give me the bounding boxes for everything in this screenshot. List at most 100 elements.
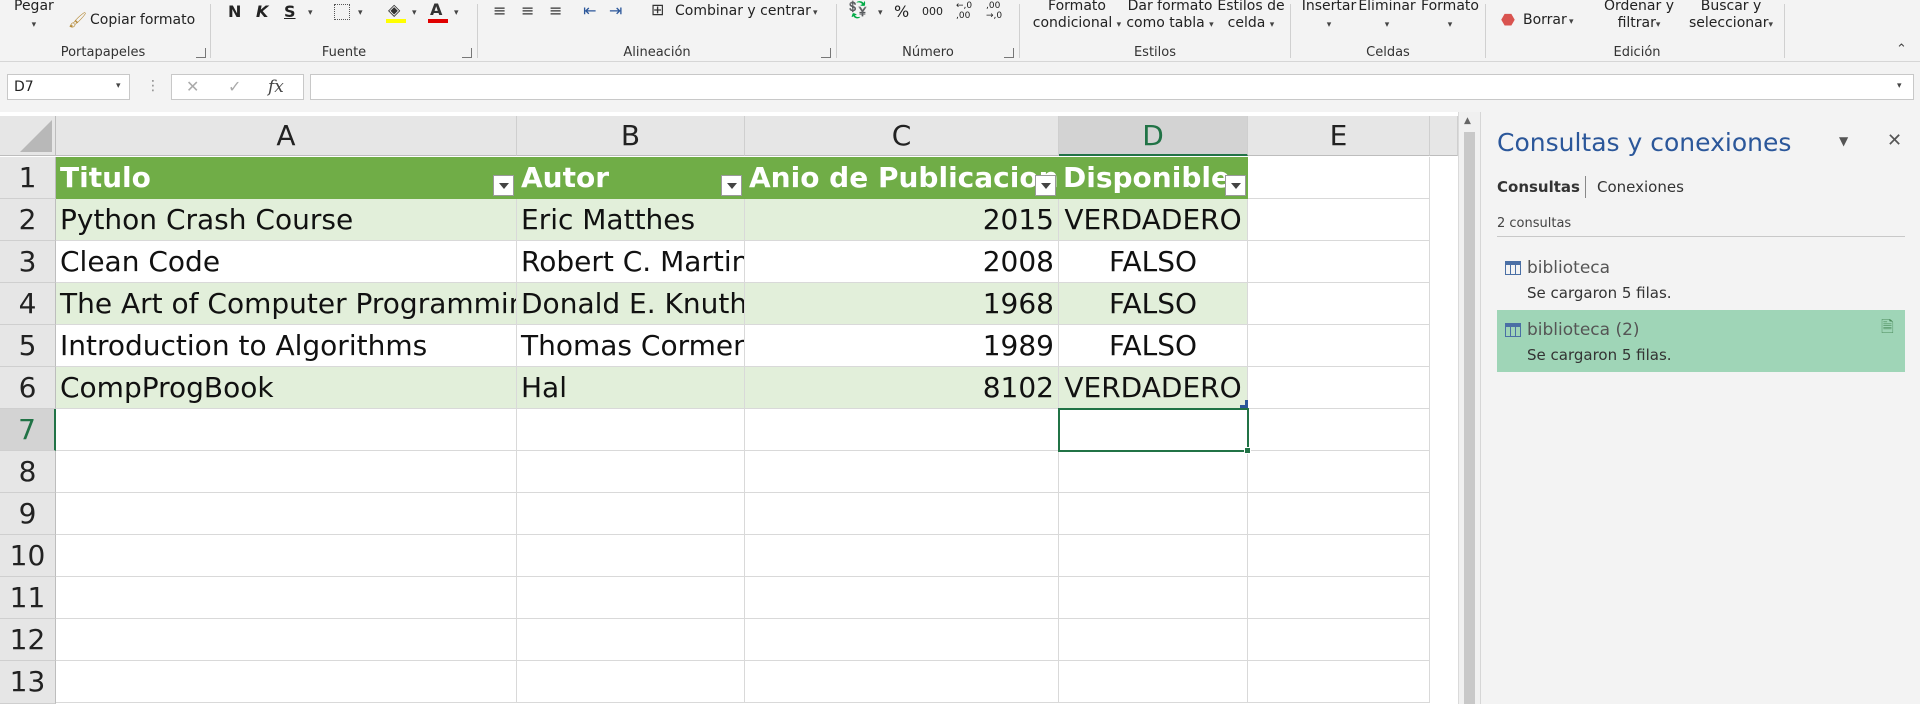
column-header-b[interactable]: B — [517, 116, 745, 156]
empty-cell[interactable] — [1059, 535, 1248, 577]
table-header-cell[interactable]: Anio de Publicacion — [745, 157, 1059, 199]
column-header-e[interactable]: E — [1248, 116, 1430, 156]
delete-button[interactable]: Eliminar ▾ — [1354, 0, 1420, 34]
empty-cell[interactable] — [745, 535, 1059, 577]
table-cell[interactable]: Python Crash Course — [56, 199, 517, 241]
chevron-down-icon[interactable]: ▾ — [358, 8, 363, 18]
empty-cell[interactable] — [1248, 451, 1430, 493]
table-cell[interactable]: VERDADERO — [1059, 199, 1248, 241]
chevron-down-icon[interactable]: ▾ — [308, 8, 313, 18]
empty-cell[interactable] — [56, 493, 517, 535]
scroll-thumb[interactable] — [1464, 132, 1475, 704]
empty-cell[interactable] — [517, 619, 745, 661]
empty-cell[interactable] — [1248, 367, 1430, 409]
empty-cell[interactable] — [1059, 661, 1248, 703]
format-button[interactable]: Formato ▾ — [1418, 0, 1482, 34]
row-header-11[interactable]: 11 — [0, 577, 56, 619]
chevron-down-icon[interactable]: ▾ — [116, 81, 121, 91]
column-header-d[interactable]: D — [1059, 116, 1248, 156]
table-cell[interactable]: FALSO — [1059, 283, 1248, 325]
empty-cell[interactable] — [745, 409, 1059, 451]
column-header-a[interactable]: A — [56, 116, 517, 156]
table-cell[interactable]: VERDADERO — [1059, 367, 1248, 409]
enter-icon[interactable]: ✓ — [228, 77, 241, 96]
empty-cell[interactable] — [1248, 283, 1430, 325]
select-all-corner[interactable] — [0, 116, 56, 156]
table-cell[interactable]: Introduction to Algorithms — [56, 325, 517, 367]
query-item-selected[interactable]: biblioteca (2) Se cargaron 5 filas. 🗎 — [1497, 310, 1905, 372]
empty-cell[interactable] — [1248, 157, 1430, 199]
italic-button[interactable]: K — [256, 2, 268, 21]
increase-decimal-button[interactable]: ←,0 ,00 — [956, 1, 976, 21]
worksheet-grid[interactable]: A B C D E 1 2 3 4 5 6 7 8 9 10 11 12 13 … — [0, 112, 1458, 704]
clipboard-launcher-icon[interactable] — [196, 48, 206, 58]
merge-icon[interactable]: ⊞ — [651, 0, 664, 19]
alignment-launcher-icon[interactable] — [821, 48, 831, 58]
font-launcher-icon[interactable] — [462, 48, 472, 58]
filter-dropdown-icon[interactable] — [1035, 175, 1056, 196]
expand-formula-icon[interactable]: ▾ — [1897, 81, 1902, 91]
tab-queries[interactable]: Consultas — [1497, 178, 1580, 196]
conditional-format-button[interactable]: Formato condicional ▾ — [1029, 0, 1125, 34]
chevron-down-icon[interactable]: ▾ — [813, 8, 818, 18]
name-box[interactable]: D7 — [7, 74, 130, 100]
row-header-1[interactable]: 1 — [0, 157, 56, 199]
table-cell[interactable]: Thomas Cormen — [517, 325, 745, 367]
column-header-c[interactable]: C — [745, 116, 1059, 156]
bold-button[interactable]: N — [228, 2, 241, 21]
table-cell[interactable]: The Art of Computer Programming — [56, 283, 517, 325]
query-refresh-icon[interactable]: 🗎 — [1881, 316, 1894, 343]
table-cell[interactable]: Clean Code — [56, 241, 517, 283]
row-header-8[interactable]: 8 — [0, 451, 56, 493]
decrease-decimal-button[interactable]: ,00 →,0 — [986, 1, 1006, 21]
insert-function-icon[interactable]: fx — [268, 77, 284, 97]
row-header-4[interactable]: 4 — [0, 283, 56, 325]
empty-cell[interactable] — [745, 493, 1059, 535]
filter-dropdown-icon[interactable] — [493, 175, 514, 196]
filter-dropdown-icon[interactable] — [721, 175, 742, 196]
empty-cell[interactable] — [517, 577, 745, 619]
borders-icon[interactable] — [334, 4, 350, 20]
empty-cell[interactable] — [1248, 535, 1430, 577]
table-cell[interactable]: 1968 — [745, 283, 1059, 325]
table-cell[interactable]: 1989 — [745, 325, 1059, 367]
empty-cell[interactable] — [1248, 619, 1430, 661]
column-header-f[interactable] — [1430, 116, 1458, 156]
table-cell[interactable]: Eric Matthes — [517, 199, 745, 241]
empty-cell[interactable] — [56, 409, 517, 451]
table-cell[interactable]: Hal — [517, 367, 745, 409]
empty-cell[interactable] — [517, 535, 745, 577]
table-cell[interactable]: FALSO — [1059, 241, 1248, 283]
empty-cell[interactable] — [1248, 409, 1430, 451]
row-header-5[interactable]: 5 — [0, 325, 56, 367]
paste-button[interactable]: Pegar ▾ — [14, 0, 54, 34]
empty-cell[interactable] — [1059, 619, 1248, 661]
empty-cell[interactable] — [1248, 241, 1430, 283]
empty-cell[interactable] — [517, 409, 745, 451]
selected-cell-d7[interactable] — [1058, 408, 1249, 452]
table-resize-handle[interactable] — [1240, 400, 1248, 408]
row-header-3[interactable]: 3 — [0, 241, 56, 283]
close-icon[interactable]: ✕ — [1887, 130, 1902, 151]
table-cell[interactable]: CompProgBook — [56, 367, 517, 409]
pane-options-icon[interactable]: ▼ — [1839, 134, 1848, 148]
query-item[interactable]: biblioteca Se cargaron 5 filas. — [1497, 248, 1905, 310]
empty-cell[interactable] — [1248, 661, 1430, 703]
empty-cell[interactable] — [56, 661, 517, 703]
table-cell[interactable]: Robert C. Martin — [517, 241, 745, 283]
eraser-icon[interactable]: ⬣ — [1501, 10, 1515, 29]
merge-center-button[interactable]: Combinar y centrar — [675, 3, 811, 19]
empty-cell[interactable] — [517, 661, 745, 703]
row-header-6[interactable]: 6 — [0, 367, 56, 409]
empty-cell[interactable] — [745, 451, 1059, 493]
row-header-7[interactable]: 7 — [0, 409, 56, 451]
row-header-10[interactable]: 10 — [0, 535, 56, 577]
collapse-ribbon-icon[interactable]: ⌃ — [1896, 42, 1907, 57]
empty-cell[interactable] — [517, 493, 745, 535]
empty-cell[interactable] — [745, 661, 1059, 703]
empty-cell[interactable] — [56, 451, 517, 493]
table-cell[interactable]: 8102 — [745, 367, 1059, 409]
format-as-table-button[interactable]: Dar formato como tabla ▾ — [1125, 0, 1215, 34]
table-header-cell[interactable]: Disponible — [1059, 157, 1248, 199]
empty-cell[interactable] — [1059, 451, 1248, 493]
